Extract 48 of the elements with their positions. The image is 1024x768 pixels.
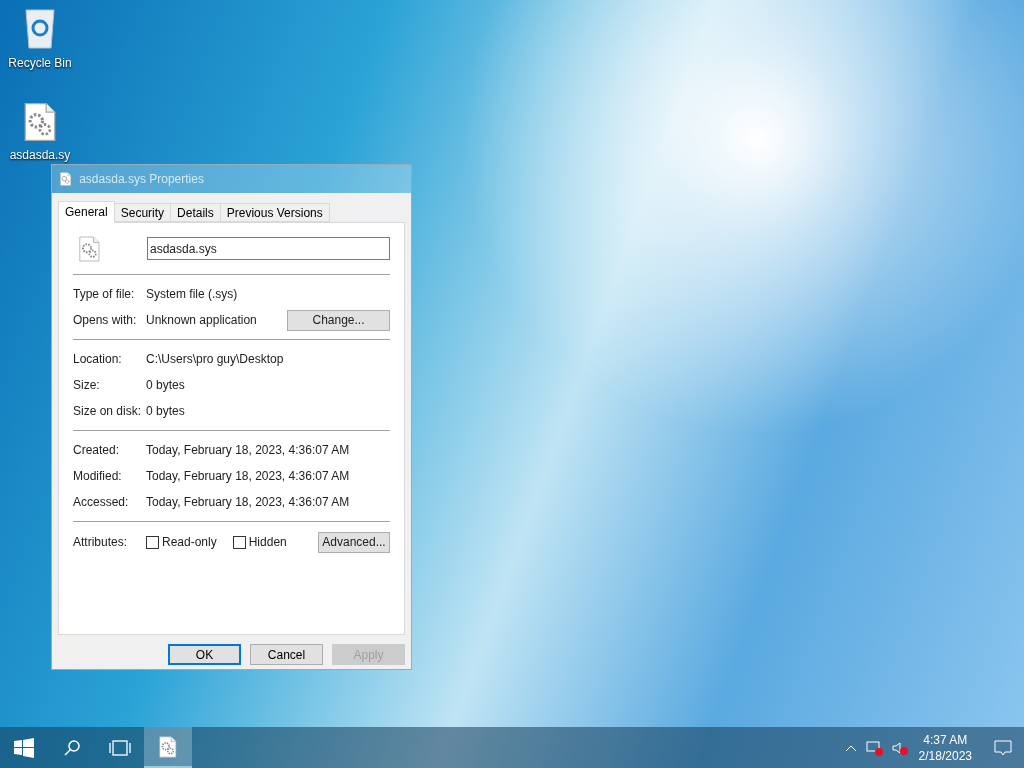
file-icon	[159, 735, 177, 758]
field-label: Created:	[73, 442, 121, 459]
field-value: Today, February 18, 2023, 4:36:07 AM	[146, 494, 351, 511]
field-label: Size on disk:	[73, 403, 143, 420]
field-value: C:\Users\pro guy\Desktop	[146, 351, 285, 368]
tab[interactable]: Security	[113, 203, 172, 222]
desktop-icon-label[interactable]: asdasda.sy	[9, 146, 71, 164]
field-label: Size:	[73, 377, 101, 394]
file-icon	[60, 172, 72, 186]
checkbox[interactable]	[146, 535, 159, 549]
field-value: System file (.sys)	[146, 286, 239, 303]
file-icon	[24, 102, 56, 142]
speaker-muted-icon[interactable]	[890, 739, 909, 756]
field-label: Attributes:	[73, 534, 129, 551]
tab[interactable]: General	[58, 201, 115, 223]
field-label: Modified:	[73, 468, 123, 485]
advanced-button[interactable]: Advanced...	[318, 531, 390, 553]
dialog-button[interactable]: OK	[168, 644, 241, 665]
field-label: Opens with:	[73, 312, 138, 329]
chevron-up-icon[interactable]	[844, 743, 857, 752]
file-name-field[interactable]: asdasda.sys	[147, 237, 390, 260]
field-value: 0 bytes	[146, 403, 186, 420]
checkbox-label: Read-only	[162, 534, 217, 551]
field-value: Today, February 18, 2023, 4:36:07 AM	[146, 442, 351, 459]
window-title: asdasda.sys Properties	[79, 171, 204, 188]
recycle-bin-icon[interactable]	[23, 6, 57, 50]
dialog-button[interactable]: Cancel	[250, 644, 323, 665]
tab[interactable]: Previous Versions	[219, 203, 330, 222]
taskbar-app-button[interactable]	[144, 727, 192, 768]
network-error-icon[interactable]	[864, 739, 883, 756]
clock-time[interactable]: 4:37 AM	[923, 731, 968, 748]
notification-icon[interactable]	[994, 738, 1012, 757]
windows-logo-icon	[14, 737, 34, 758]
field-label: Accessed:	[73, 494, 130, 511]
field-value: Unknown application	[146, 312, 258, 329]
search-icon	[63, 738, 81, 757]
desktop-icon-label[interactable]: Recycle Bin	[8, 54, 72, 72]
field-label: Location:	[73, 351, 123, 368]
file-icon	[79, 235, 100, 262]
checkbox-label: Hidden	[248, 534, 287, 551]
task-view-icon	[109, 739, 131, 756]
checkbox[interactable]	[232, 535, 246, 549]
field-value: 0 bytes	[146, 377, 186, 394]
change-button[interactable]: Change...	[287, 309, 390, 331]
field-label: Type of file:	[73, 286, 136, 303]
tab[interactable]: Details	[170, 203, 221, 222]
field-value: Today, February 18, 2023, 4:36:07 AM	[146, 468, 351, 485]
clock-date[interactable]: 2/18/2023	[918, 747, 972, 764]
